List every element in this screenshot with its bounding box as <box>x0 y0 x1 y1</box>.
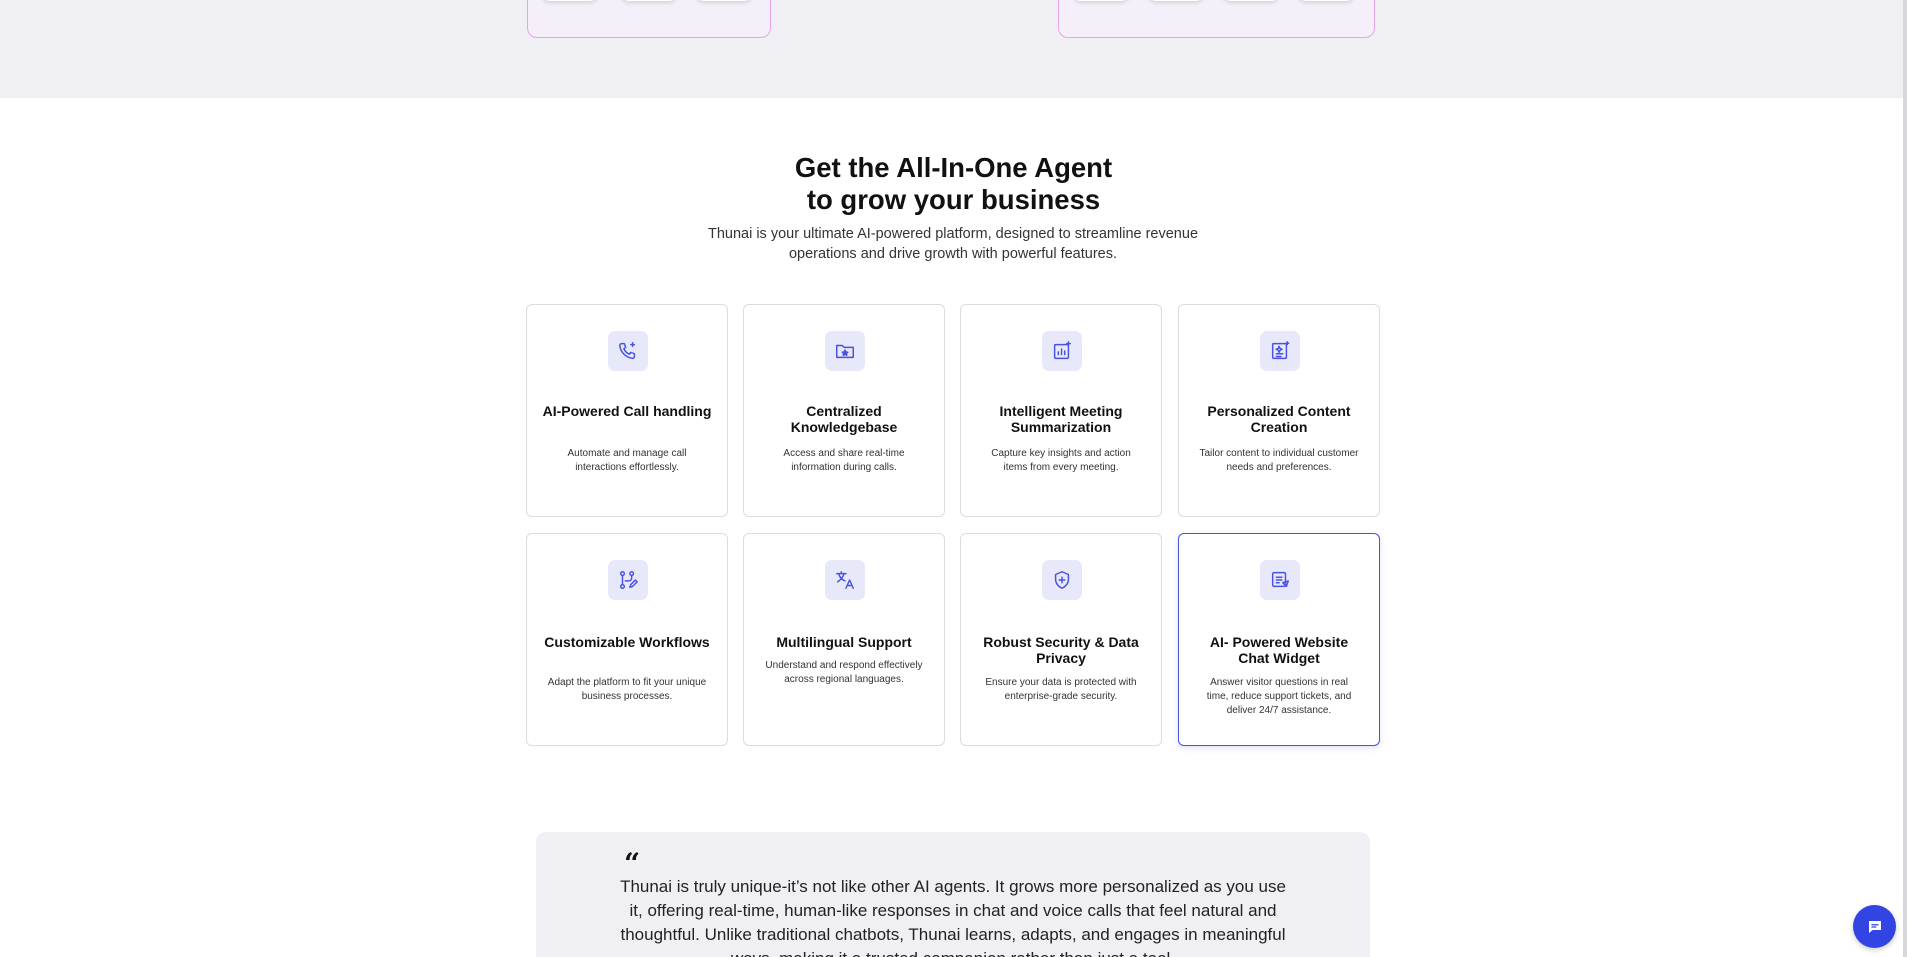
folder-star-icon <box>836 344 854 359</box>
feature-title: Personalized Content Creation <box>1207 403 1351 435</box>
feature-icon-container <box>608 331 648 371</box>
section-title-line-1: Get the All-In-One Agent <box>794 152 1113 183</box>
integration-tile[interactable] <box>1298 0 1354 1</box>
integrations-group-right <box>1058 0 1375 38</box>
feature-title: AI- Powered Website Chat Widget <box>1209 634 1349 666</box>
chat-bubble-icon <box>1868 920 1881 933</box>
chat-widget-button[interactable] <box>1853 905 1896 948</box>
feature-title: Customizable Workflows <box>544 634 710 650</box>
section-title-line-2: to grow your business <box>806 184 1101 215</box>
feature-description: Access and share real-time information d… <box>783 448 905 473</box>
chart-sparkle-icon <box>1053 341 1071 360</box>
feature-description: Answer visitor questions in real time, r… <box>1206 677 1352 716</box>
feature-icon-container <box>825 331 865 371</box>
integrations-group-left <box>527 0 771 38</box>
integration-tile[interactable] <box>542 0 598 1</box>
integration-tile[interactable] <box>1148 0 1204 1</box>
feature-description: Capture key insights and action items fr… <box>991 448 1131 473</box>
feature-icon-container <box>825 560 865 600</box>
feature-icon-container <box>1260 331 1300 371</box>
feature-description: Understand and respond effectively acros… <box>765 660 923 685</box>
integration-tile[interactable] <box>1073 0 1129 1</box>
feature-card-knowledgebase[interactable]: Centralized Knowledgebase Access and sha… <box>743 304 945 517</box>
phone-sparkle-icon <box>619 342 636 360</box>
content-sparkle-icon <box>1271 341 1290 360</box>
workflow-edit-icon <box>619 571 638 589</box>
translate-icon <box>836 571 854 589</box>
integration-tile[interactable] <box>621 0 677 1</box>
section-title: Get the All-In-One Agent to grow your bu… <box>0 152 1907 216</box>
feature-title: Robust Security & Data Privacy <box>983 634 1139 666</box>
feature-title: Centralized Knowledgebase <box>790 403 898 435</box>
feature-card-security[interactable]: Robust Security & Data Privacy Ensure yo… <box>960 533 1162 746</box>
feature-card-multilingual[interactable]: Multilingual Support Understand and resp… <box>743 533 945 746</box>
feature-icon-container <box>608 560 648 600</box>
feature-description: Automate and manage call interactions ef… <box>567 448 687 473</box>
feature-description: Ensure your data is protected with enter… <box>985 677 1137 702</box>
section-subtitle: Thunai is your ultimate AI-powered platf… <box>707 226 1199 262</box>
shield-plus-icon <box>1054 571 1070 589</box>
integration-tile[interactable] <box>696 0 752 1</box>
feature-card-content-creation[interactable]: Personalized Content Creation Tailor con… <box>1178 304 1380 517</box>
testimonial-text: Thunai is truly unique-it’s not like oth… <box>620 877 1286 957</box>
feature-title: Multilingual Support <box>776 634 912 650</box>
feature-card-call-handling[interactable]: AI-Powered Call handling Automate and ma… <box>526 304 728 517</box>
feature-card-workflows[interactable]: Customizable Workflows Adapt the platfor… <box>526 533 728 746</box>
chat-document-icon <box>1271 571 1289 588</box>
integration-tile[interactable] <box>1223 0 1279 1</box>
feature-card-meeting-summarization[interactable]: Intelligent Meeting Summarization Captur… <box>960 304 1162 517</box>
quote-mark-icon: “ <box>624 847 641 880</box>
feature-title: AI-Powered Call handling <box>542 403 712 419</box>
feature-icon-container <box>1042 331 1082 371</box>
feature-icon-container <box>1042 560 1082 600</box>
integrations-band <box>0 0 1907 98</box>
feature-description: Adapt the platform to fit your unique bu… <box>547 677 707 702</box>
feature-title: Intelligent Meeting Summarization <box>999 403 1123 435</box>
feature-card-chat-widget[interactable]: AI- Powered Website Chat Widget Answer v… <box>1178 533 1380 746</box>
page-scrollbar[interactable] <box>1903 0 1907 957</box>
feature-icon-container <box>1260 560 1300 600</box>
feature-description: Tailor content to individual customer ne… <box>1199 448 1359 473</box>
